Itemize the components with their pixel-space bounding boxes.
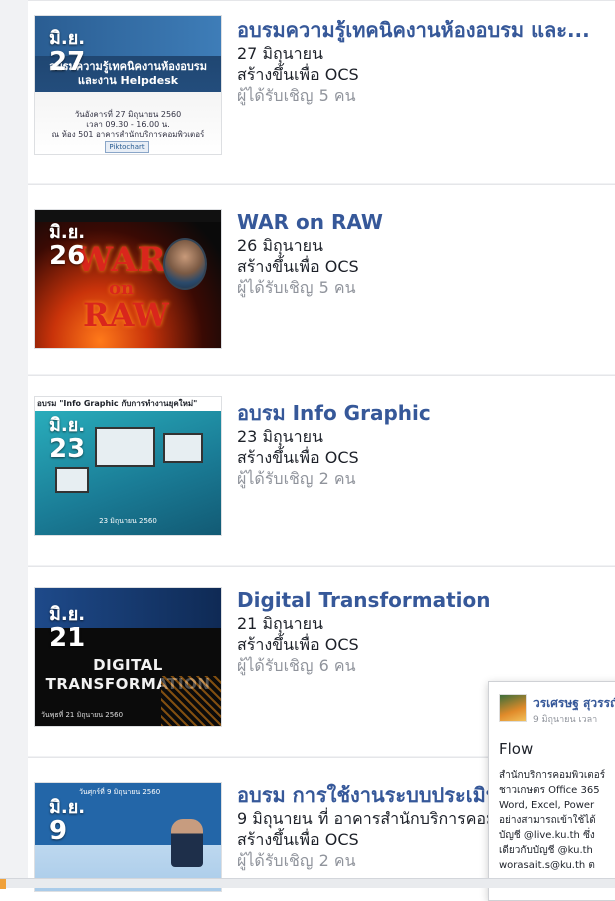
event-info: Digital Transformation 21 มิถุนายน สร้าง…: [237, 587, 615, 676]
circuit-pattern: [161, 676, 221, 726]
event-info: อบรมความรู้เทคนิคงานห้องอบรม และ... 27 ม…: [237, 17, 615, 106]
event-invited-count: ผู้ได้รับเชิญ 5 คน: [237, 86, 356, 105]
speaker-photo: [171, 819, 203, 867]
poster-top-text: วันศุกร์ที่ 9 มิถุนายน 2560: [79, 788, 161, 796]
event-created-for: สร้างขึ้นเพื่อ OCS: [237, 65, 359, 84]
avatar[interactable]: [499, 694, 527, 722]
event-date-badge: มิ.ย. 26: [49, 222, 86, 271]
event-date-badge: มิ.ย. 21: [49, 604, 86, 653]
poster-details: วันอังคารที่ 27 มิถุนายน 2560 เวลา 09.30…: [51, 110, 205, 139]
post-body: สำนักบริการคอมพิวเตอร์ ชาวเกษตร Office 3…: [499, 770, 606, 871]
event-date: 23 มิถุนายน: [237, 427, 323, 446]
event-date: 26 มิถุนายน: [237, 236, 323, 255]
event-thumbnail[interactable]: อบรมความรู้เทคนิคงานห้องอบรม และงาน Help…: [34, 15, 222, 155]
event-date-badge: มิ.ย. 9: [49, 797, 86, 846]
post-title: Flow: [499, 740, 534, 758]
event-info: WAR on RAW 26 มิถุนายน สร้างขึ้นเพื่อ OC…: [237, 209, 615, 298]
event-date: 27 มิถุนายน: [237, 44, 323, 63]
piktochart-logo: Piktochart: [105, 141, 149, 153]
post-author-name[interactable]: วรเศรษฐ สุวรรณิก: [533, 694, 615, 713]
event-thumbnail[interactable]: WAR on RAW มิ.ย. 26: [34, 209, 222, 349]
event-title[interactable]: อบรม Info Graphic: [237, 400, 615, 426]
event-invited-count: ผู้ได้รับเชิญ 5 คน: [237, 278, 356, 297]
tablet-illustration: [55, 467, 89, 493]
post-timestamp[interactable]: 9 มิถุนายน เวลา: [533, 712, 597, 726]
event-card[interactable]: WAR on RAW มิ.ย. 26 WAR on RAW 26 มิถุนา…: [28, 184, 615, 374]
event-card[interactable]: อบรม "Info Graphic กับการทำงานยุคใหม่" 2…: [28, 375, 615, 565]
event-created-for: สร้างขึ้นเพื่อ OCS: [237, 635, 359, 654]
event-thumbnail[interactable]: วันศุกร์ที่ 9 มิถุนายน 2560 มิ.ย. 9: [34, 782, 222, 892]
monitor-illustration: [163, 433, 203, 463]
laptop-illustration: [95, 427, 155, 467]
bottom-bar: [0, 878, 615, 889]
poster-top-strip: [35, 210, 221, 222]
event-date-badge: มิ.ย. 23: [49, 415, 86, 464]
speaker-photo: [163, 238, 207, 290]
poster-footer: 23 มิถุนายน 2560: [99, 517, 157, 525]
event-title[interactable]: Digital Transformation: [237, 587, 615, 613]
poster-banner: อบรม "Info Graphic กับการทำงานยุคใหม่": [35, 397, 221, 411]
event-thumbnail[interactable]: DIGITAL TRANSFORMATION วันพุธที่ 21 มิถุ…: [34, 587, 222, 727]
event-card[interactable]: อบรมความรู้เทคนิคงานห้องอบรม และงาน Help…: [28, 0, 615, 183]
poster-footer: วันพุธที่ 21 มิถุนายน 2560: [41, 711, 124, 719]
poster-word: WAR: [75, 240, 166, 280]
event-created-for: สร้างขึ้นเพื่อ OCS: [237, 257, 359, 276]
event-info: อบรม Info Graphic 23 มิถุนายน สร้างขึ้นเ…: [237, 400, 615, 489]
event-created-for: สร้างขึ้นเพื่อ OCS: [237, 448, 359, 467]
event-invited-count: ผู้ได้รับเชิญ 6 คน: [237, 656, 356, 675]
event-date-badge: มิ.ย. 27: [49, 28, 86, 77]
post-preview-popup[interactable]: วรเศรษฐ สุวรรณิก 9 มิถุนายน เวลา Flow สำ…: [488, 681, 615, 901]
event-title[interactable]: อบรมความรู้เทคนิคงานห้องอบรม และ...: [237, 17, 615, 43]
event-list: อบรมความรู้เทคนิคงานห้องอบรม และงาน Help…: [0, 0, 615, 901]
poster-word: RAW: [83, 296, 169, 334]
event-title[interactable]: WAR on RAW: [237, 209, 615, 235]
event-date: 21 มิถุนายน: [237, 614, 323, 633]
event-thumbnail[interactable]: อบรม "Info Graphic กับการทำงานยุคใหม่" 2…: [34, 396, 222, 536]
event-invited-count: ผู้ได้รับเชิญ 2 คน: [237, 469, 356, 488]
